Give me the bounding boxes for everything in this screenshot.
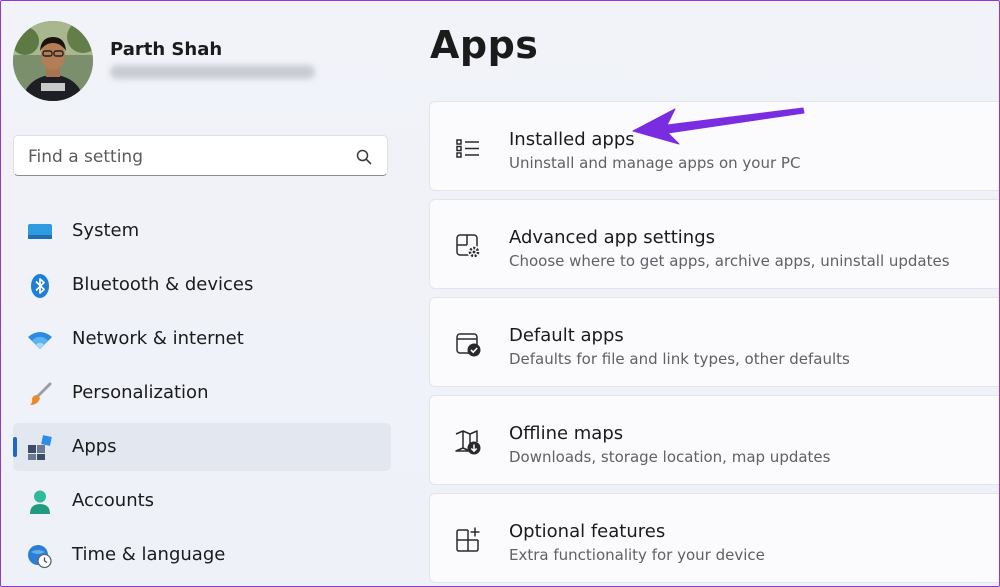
sidebar-nav: System Bluetooth & devices Network & int… [13,207,391,585]
card-advanced-app-settings[interactable]: Advanced app settings Choose where to ge… [429,199,999,289]
time-language-icon [28,545,52,569]
user-name: Parth Shah [110,39,223,60]
annotation-arrow [632,107,805,145]
apps-icon [28,435,52,460]
card-title: Default apps [509,325,624,346]
card-title: Optional features [509,521,666,542]
settings-card-list: Installed apps Uninstall and manage apps… [429,101,999,586]
sidebar-item-label: Bluetooth & devices [72,274,254,295]
search-input[interactable]: Find a setting [13,135,388,176]
sidebar-item-system[interactable]: System [13,207,391,255]
sidebar-item-apps[interactable]: Apps [13,423,391,471]
sidebar-item-label: Accounts [72,490,155,511]
avatar-photo [13,21,93,101]
user-email-redacted [110,65,315,79]
card-description: Defaults for file and link types, other … [509,350,850,368]
sidebar-item-label: Personalization [72,382,209,403]
accounts-icon [30,490,50,514]
card-title: Offline maps [509,423,624,444]
card-optional-features[interactable]: Optional features Extra functionality fo… [429,493,999,583]
sidebar-item-label: Time & language [72,544,226,565]
avatar[interactable] [13,21,93,101]
system-icon [28,224,52,239]
sidebar-item-label: Network & internet [72,328,244,349]
card-description: Uninstall and manage apps on your PC [509,154,801,172]
sidebar-item-label: Apps [72,436,117,457]
optional-features-icon [456,527,480,552]
wifi-icon [28,332,52,349]
sidebar-item-accounts[interactable]: Accounts [13,477,391,525]
selection-indicator [13,437,17,457]
sidebar-item-bluetooth[interactable]: Bluetooth & devices [13,261,391,309]
card-offline-maps[interactable]: Offline maps Downloads, storage location… [429,395,999,485]
brush-icon [30,382,52,405]
sidebar-item-label: System [72,220,140,241]
card-default-apps[interactable]: Default apps Defaults for file and link … [429,297,999,387]
card-title: Installed apps [509,129,635,150]
sidebar-item-time-language[interactable]: Time & language [13,531,391,579]
card-title: Advanced app settings [509,227,716,248]
card-description: Choose where to get apps, archive apps, … [509,252,950,270]
map-download-icon [455,430,481,455]
search-icon[interactable] [355,148,373,166]
list-icon [456,139,479,158]
bluetooth-icon [31,274,49,298]
sidebar-item-personalization[interactable]: Personalization [13,369,391,417]
app-settings-icon [456,234,481,259]
card-description: Extra functionality for your device [509,546,765,564]
page-title: Apps [430,23,539,67]
card-description: Downloads, storage location, map updates [509,448,831,466]
search-placeholder: Find a setting [28,147,143,167]
settings-window: Parth Shah Find a setting System Bluetoo… [0,0,1000,587]
default-apps-icon [456,333,481,357]
sidebar-item-network[interactable]: Network & internet [13,315,391,363]
